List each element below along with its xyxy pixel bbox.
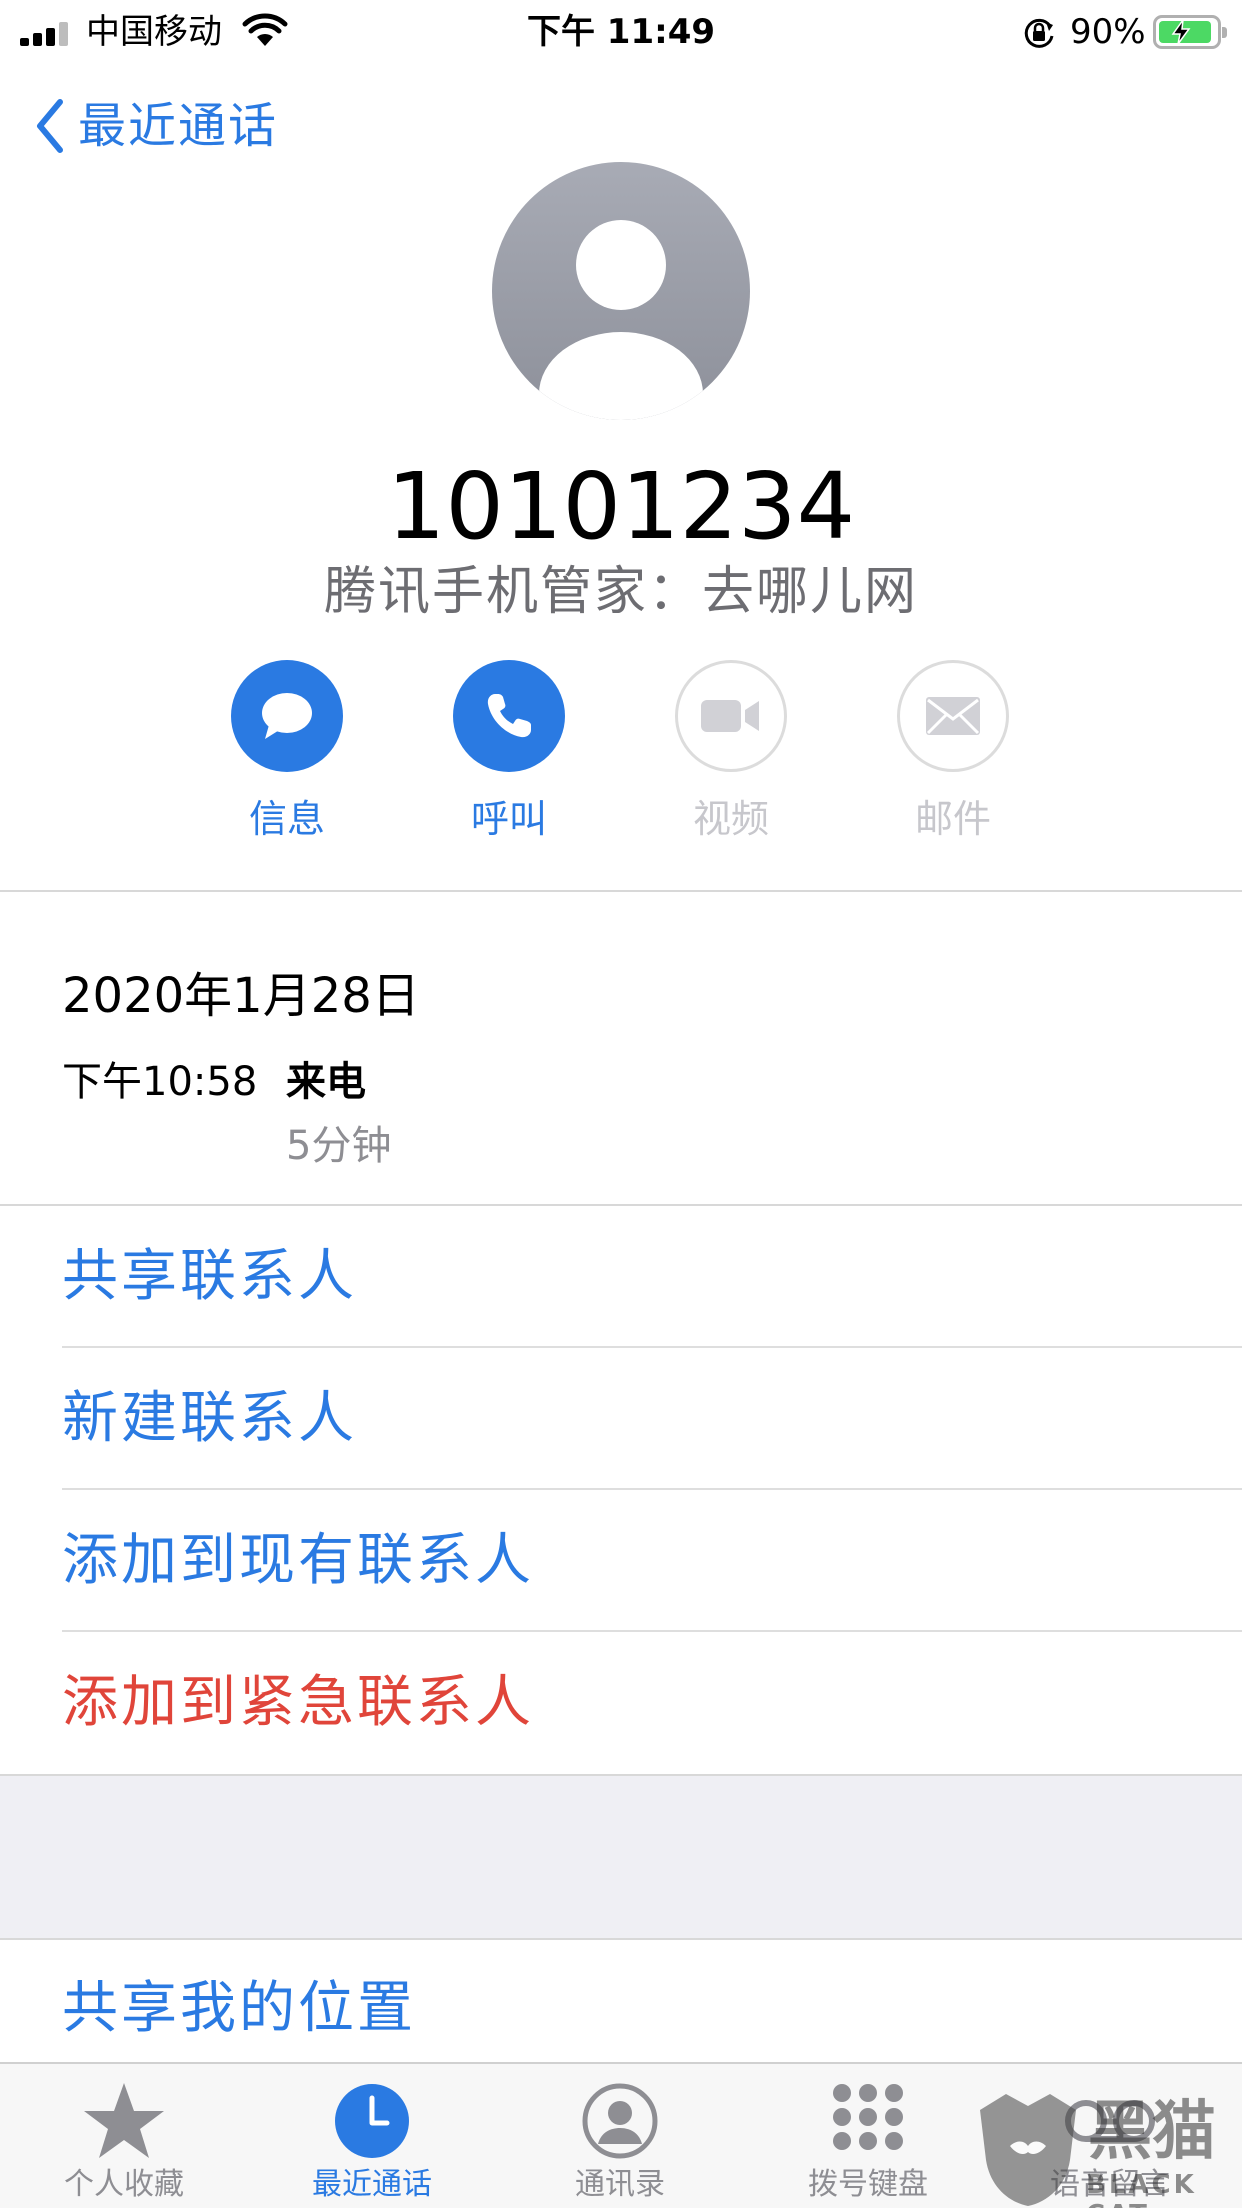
contact-number: 10101234 — [386, 453, 856, 560]
tab-favorites[interactable]: 个人收藏 — [24, 2078, 224, 2204]
rotation-lock-icon — [1024, 18, 1054, 48]
divider — [62, 1346, 1242, 1348]
back-button[interactable]: 最近通话 — [34, 96, 278, 156]
call-type: 来电 — [286, 1059, 366, 1105]
section-gap — [0, 1774, 1242, 1940]
call-button[interactable]: 呼叫 — [439, 660, 579, 842]
mail-icon — [926, 697, 980, 735]
add-to-existing-contact-button[interactable]: 添加到现有联系人 — [62, 1526, 534, 1596]
person-silhouette-icon — [539, 220, 703, 420]
video-label: 视频 — [692, 797, 769, 841]
clock-icon — [335, 2084, 409, 2158]
video-button[interactable]: 视频 — [661, 660, 801, 842]
divider — [62, 1630, 1242, 1632]
tab-contacts[interactable]: 通讯录 — [520, 2078, 720, 2204]
action-buttons: 信息 呼叫 视频 邮件 — [0, 660, 1242, 860]
tab-label: 个人收藏 — [64, 2167, 184, 2202]
share-location-button[interactable]: 共享我的位置 — [62, 1974, 416, 2044]
message-label: 信息 — [248, 797, 325, 841]
keypad-icon — [833, 2084, 903, 2150]
tab-recents[interactable]: 最近通话 — [272, 2078, 472, 2204]
divider — [62, 1488, 1242, 1490]
star-icon — [84, 2083, 164, 2158]
divider — [0, 890, 1242, 892]
contacts-icon — [582, 2083, 658, 2159]
tab-keypad[interactable]: 拨号键盘 — [768, 2078, 968, 2204]
add-to-emergency-contact-button[interactable]: 添加到紧急联系人 — [62, 1668, 534, 1738]
mail-button[interactable]: 邮件 — [883, 660, 1023, 842]
phone-icon — [487, 694, 531, 738]
chevron-left-icon — [37, 99, 63, 153]
tab-label: 拨号键盘 — [808, 2167, 928, 2202]
message-button[interactable]: 信息 — [217, 660, 357, 842]
divider — [0, 1204, 1242, 1206]
share-contact-button[interactable]: 共享联系人 — [62, 1242, 357, 1312]
black-cat-logo-icon — [980, 2094, 1076, 2206]
new-contact-button[interactable]: 新建联系人 — [62, 1384, 357, 1454]
message-icon — [262, 693, 312, 739]
watermark-subtext: BLACK CAT — [1086, 2170, 1197, 2208]
mail-label: 邮件 — [914, 797, 991, 841]
battery-charging-icon — [1153, 15, 1227, 49]
contact-subtitle: 腾讯手机管家：去哪儿网 — [323, 562, 918, 622]
status-bar: 中国移动 下午 11:49 90% — [0, 0, 1242, 64]
contact-avatar — [492, 162, 750, 420]
back-label: 最近通话 — [78, 98, 279, 154]
watermark-logo: 黑猫 BLACK CAT — [970, 2090, 1242, 2208]
watermark-text: 黑猫 — [1088, 2095, 1216, 2169]
call-time: 下午10:58 — [62, 1059, 258, 1105]
call-date: 2020年1月28日 — [62, 968, 420, 1024]
video-icon — [701, 700, 759, 732]
call-label: 呼叫 — [470, 797, 547, 841]
tab-label: 通讯录 — [575, 2167, 665, 2202]
call-duration: 5分钟 — [286, 1123, 392, 1169]
battery-percent: 90% — [1070, 12, 1146, 52]
tab-label: 最近通话 — [312, 2167, 432, 2202]
